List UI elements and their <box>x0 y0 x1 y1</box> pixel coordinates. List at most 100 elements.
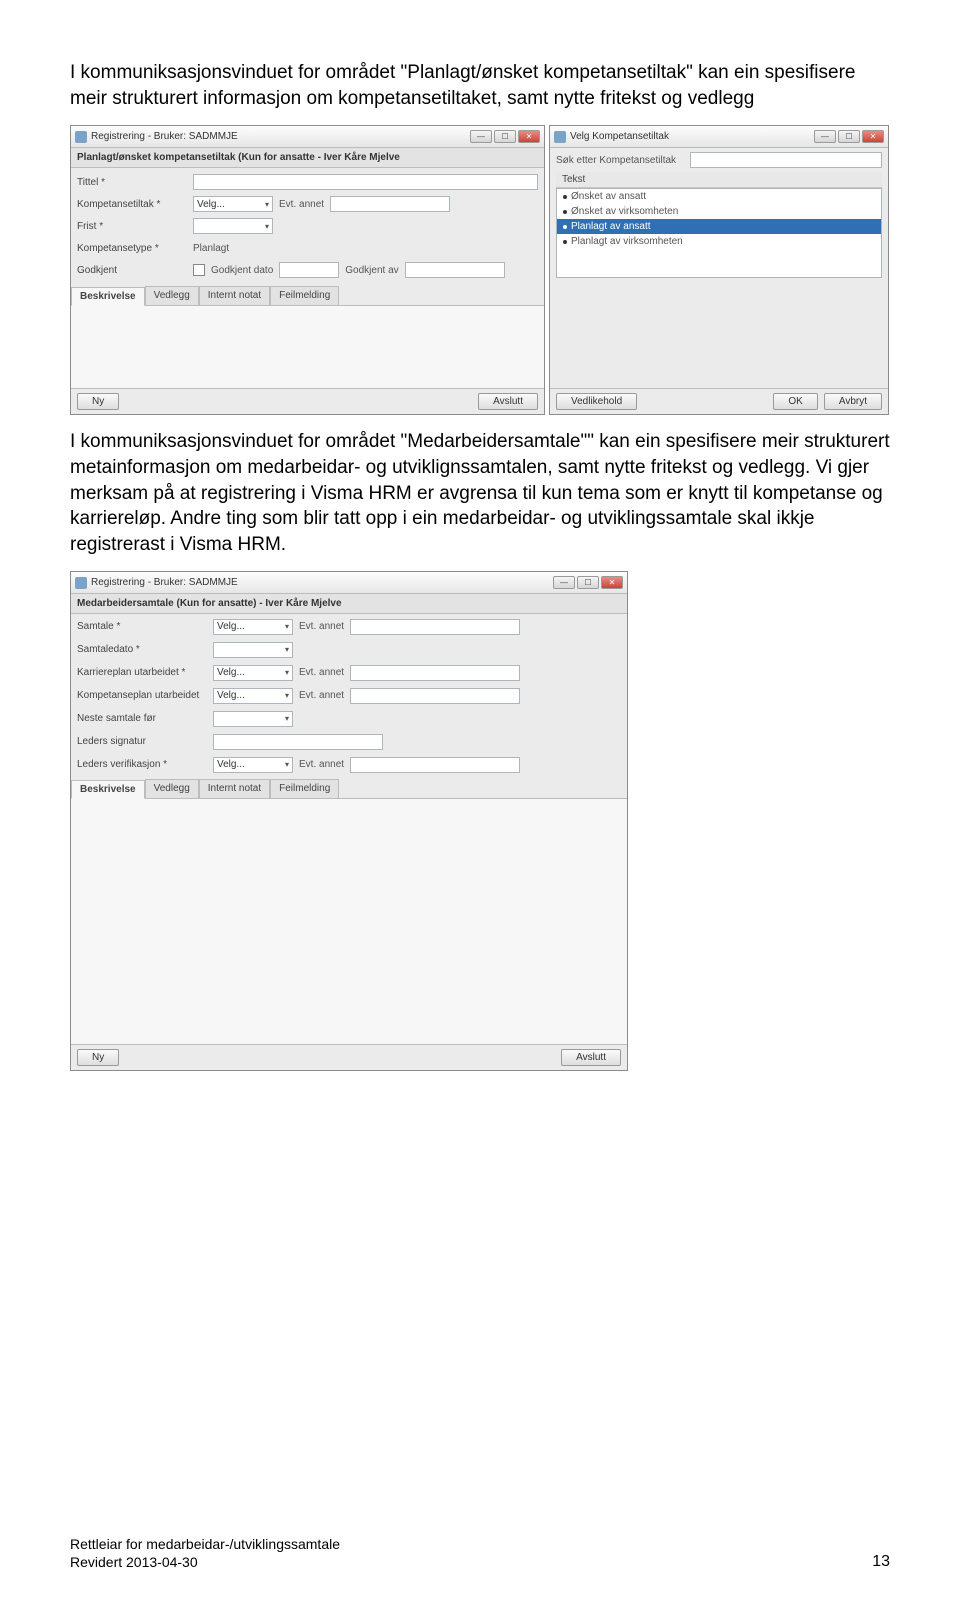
tab-feilmelding[interactable]: Feilmelding <box>270 779 339 798</box>
titlebar: Velg Kompetansetiltak — ☐ ✕ <box>550 126 888 148</box>
tabs-row: Beskrivelse Vedlegg Internt notat Feilme… <box>71 286 544 306</box>
window-title: Registrering - Bruker: SADMMJE <box>91 577 549 588</box>
window-controls: — ☐ ✕ <box>814 130 884 143</box>
chevron-down-icon: ▾ <box>285 668 289 677</box>
label-evtannet: Evt. annet <box>299 621 344 632</box>
listbox-kompetansetiltak[interactable]: Ønsket av ansatt Ønsket av virksomheten … <box>556 188 882 278</box>
maximize-button[interactable]: ☐ <box>494 130 516 143</box>
tab-beskrivelse[interactable]: Beskrivelse <box>71 780 145 799</box>
label-samtaledato: Samtaledato * <box>77 644 207 655</box>
list-item[interactable]: Ønsket av ansatt <box>557 189 881 204</box>
window-footer: Vedlikehold OK Avbryt <box>550 388 888 414</box>
paragraph-1: I kommuniksasjonsvinduet for området "Pl… <box>70 60 890 111</box>
combo-frist[interactable]: ▾ <box>193 218 273 234</box>
close-button[interactable]: ✕ <box>518 130 540 143</box>
chevron-down-icon: ▾ <box>265 200 269 209</box>
combo-ledersverif[interactable]: Velg...▾ <box>213 757 293 773</box>
label-godkjentav: Godkjent av <box>345 265 398 276</box>
footer-line-2: Revidert 2013-04-30 <box>70 1553 340 1571</box>
button-avslutt[interactable]: Avslutt <box>478 393 538 410</box>
titlebar: Registrering - Bruker: SADMMJE — ☐ ✕ <box>71 572 627 594</box>
button-ok[interactable]: OK <box>773 393 817 410</box>
minimize-button[interactable]: — <box>553 576 575 589</box>
window-registrering-planlagt: Registrering - Bruker: SADMMJE — ☐ ✕ Pla… <box>70 125 545 415</box>
window-subheader: Medarbeidersamtale (Kun for ansatte) - I… <box>71 594 627 614</box>
chevron-down-icon: ▾ <box>285 645 289 654</box>
tab-internt-notat[interactable]: Internt notat <box>199 286 270 305</box>
window-footer: Ny Avslutt <box>71 1044 627 1070</box>
window-controls: — ☐ ✕ <box>553 576 623 589</box>
tab-vedlegg[interactable]: Vedlegg <box>145 286 199 305</box>
combo-kompetanseplan[interactable]: Velg...▾ <box>213 688 293 704</box>
input-godkjentav[interactable] <box>405 262 505 278</box>
button-avbryt[interactable]: Avbryt <box>824 393 882 410</box>
paragraph-2: I kommuniksasjonsvinduet for området "Me… <box>70 429 890 557</box>
window-registrering-medarbeidersamtale: Registrering - Bruker: SADMMJE — ☐ ✕ Med… <box>70 571 628 1071</box>
titlebar: Registrering - Bruker: SADMMJE — ☐ ✕ <box>71 126 544 148</box>
window-title: Registrering - Bruker: SADMMJE <box>91 131 466 142</box>
search-row: Søk etter Kompetansetiltak <box>550 148 888 172</box>
list-item-selected[interactable]: Planlagt av ansatt <box>557 219 881 234</box>
label-evtannet: Evt. annet <box>299 667 344 678</box>
combo-samtale[interactable]: Velg...▾ <box>213 619 293 635</box>
input-tittel[interactable] <box>193 174 538 190</box>
bullet-icon <box>563 195 567 199</box>
button-vedlikehold[interactable]: Vedlikehold <box>556 393 637 410</box>
maximize-button[interactable]: ☐ <box>577 576 599 589</box>
tabs-row: Beskrivelse Vedlegg Internt notat Feilme… <box>71 779 627 799</box>
combo-kompetansetiltak[interactable]: Velg...▾ <box>193 196 273 212</box>
list-item[interactable]: Ønsket av virksomheten <box>557 204 881 219</box>
input-search[interactable] <box>690 152 882 168</box>
label-evtannet: Evt. annet <box>299 759 344 770</box>
label-evtannet-1: Evt. annet <box>279 199 324 210</box>
form-area: Tittel * Kompetansetiltak * Velg...▾ Evt… <box>71 168 544 286</box>
label-lederssign: Leders signatur <box>77 736 207 747</box>
chevron-down-icon: ▾ <box>285 622 289 631</box>
input-evtannet-ledersverif[interactable] <box>350 757 520 773</box>
window-velg-kompetansetiltak: Velg Kompetansetiltak — ☐ ✕ Søk etter Ko… <box>549 125 889 415</box>
button-ny[interactable]: Ny <box>77 393 119 410</box>
input-evtannet-karriereplan[interactable] <box>350 665 520 681</box>
tab-feilmelding[interactable]: Feilmelding <box>270 286 339 305</box>
combo-neste[interactable]: ▾ <box>213 711 293 727</box>
chevron-down-icon: ▾ <box>265 222 269 231</box>
page-number: 13 <box>872 1553 890 1571</box>
footer-line-1: Rettleiar for medarbeidar-/utviklingssam… <box>70 1535 340 1553</box>
tab-vedlegg[interactable]: Vedlegg <box>145 779 199 798</box>
label-kompetansetiltak: Kompetansetiltak * <box>77 199 187 210</box>
button-ny[interactable]: Ny <box>77 1049 119 1066</box>
label-samtale: Samtale * <box>77 621 207 632</box>
close-button[interactable]: ✕ <box>601 576 623 589</box>
label-evtannet: Evt. annet <box>299 690 344 701</box>
input-lederssign[interactable] <box>213 734 383 750</box>
maximize-button[interactable]: ☐ <box>838 130 860 143</box>
label-search: Søk etter Kompetansetiltak <box>556 155 686 166</box>
input-evtannet[interactable] <box>350 619 520 635</box>
label-tittel: Tittel * <box>77 177 187 188</box>
tab-beskrivelse[interactable]: Beskrivelse <box>71 287 145 306</box>
bullet-icon <box>563 240 567 244</box>
close-button[interactable]: ✕ <box>862 130 884 143</box>
label-godkjent: Godkjent <box>77 265 187 276</box>
bullet-icon <box>563 210 567 214</box>
checkbox-godkjent[interactable] <box>193 264 205 276</box>
app-icon <box>75 577 87 589</box>
window-title: Velg Kompetansetiltak <box>570 131 810 142</box>
button-avslutt[interactable]: Avslutt <box>561 1049 621 1066</box>
list-item[interactable]: Planlagt av virksomheten <box>557 234 881 249</box>
label-neste: Neste samtale før <box>77 713 207 724</box>
input-evtannet-kompetanseplan[interactable] <box>350 688 520 704</box>
label-ledersverif: Leders verifikasjon * <box>77 759 207 770</box>
input-evtannet-1[interactable] <box>330 196 450 212</box>
combo-samtaledato[interactable]: ▾ <box>213 642 293 658</box>
textarea-beskrivelse[interactable] <box>71 799 627 1044</box>
chevron-down-icon: ▾ <box>285 714 289 723</box>
minimize-button[interactable]: — <box>470 130 492 143</box>
minimize-button[interactable]: — <box>814 130 836 143</box>
combo-karriereplan[interactable]: Velg...▾ <box>213 665 293 681</box>
app-icon <box>75 131 87 143</box>
textarea-beskrivelse[interactable] <box>71 306 544 388</box>
tab-internt-notat[interactable]: Internt notat <box>199 779 270 798</box>
app-icon <box>554 131 566 143</box>
input-godkjentdato[interactable] <box>279 262 339 278</box>
